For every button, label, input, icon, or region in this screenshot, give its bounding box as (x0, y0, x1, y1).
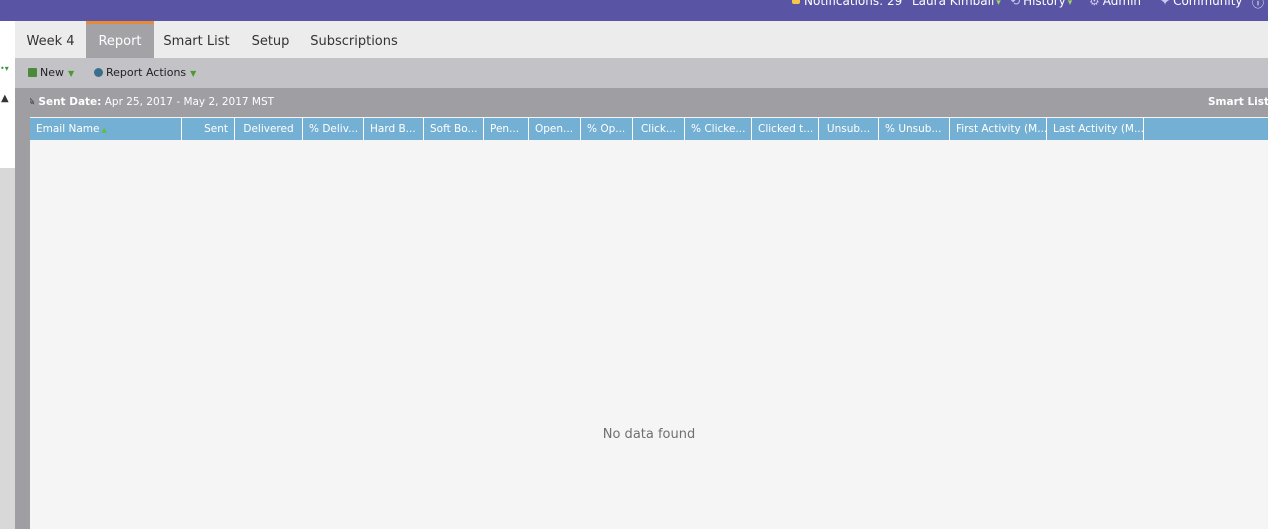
grid-header: Email Name ▲ Sent Delivered % Deliv... Ha… (30, 118, 1268, 140)
report-actions-icon (94, 68, 103, 77)
help-icon[interactable]: ⓘ (1252, 0, 1264, 11)
history-icon: ⟲ (1010, 0, 1021, 8)
grid-body: No data found (30, 140, 1268, 529)
expand-icon[interactable]: •▾ (0, 64, 9, 73)
column-header-unsubscribed-pct[interactable]: % Unsub... (879, 118, 950, 140)
column-header-clicked-to-open[interactable]: Clicked t... (752, 118, 819, 140)
smart-list-label: Smart List: (1208, 96, 1268, 108)
column-header-opened-pct[interactable]: % Op... (581, 118, 633, 140)
admin-label: Admin (1102, 0, 1142, 8)
tab-report[interactable]: Report (86, 21, 154, 58)
user-name: Laura Kimball (912, 0, 995, 8)
scroll-up-arrow-icon[interactable]: ▲ (1, 93, 9, 104)
column-header-opened[interactable]: Open... (529, 118, 581, 140)
sent-date-value: Apr 25, 2017 - May 2, 2017 MST (104, 96, 275, 108)
community-link[interactable]: ✦ Community (1160, 0, 1243, 8)
admin-icon: ⚙ (1089, 0, 1100, 8)
notifications-link[interactable]: Notifications: 29 (792, 0, 902, 8)
sent-date-filter[interactable]: ✎ Sent Date: Apr 25, 2017 - May 2, 2017 M… (27, 88, 274, 117)
community-icon: ✦ (1160, 0, 1171, 8)
empty-state-message: No data found (602, 427, 696, 442)
column-header-clicked[interactable]: Click... (633, 118, 685, 140)
tab-smart-list[interactable]: Smart List (154, 21, 239, 58)
report-actions-button[interactable]: Report Actions ▼ (94, 58, 196, 88)
column-header-sent[interactable]: Sent (182, 118, 235, 140)
user-menu[interactable]: Laura Kimball ▾ (912, 0, 1001, 8)
notification-bell-icon (792, 0, 800, 4)
left-scrollbar[interactable] (0, 168, 15, 529)
smart-list-filter[interactable]: Smart List: n (1208, 88, 1268, 116)
new-button-label: New (40, 66, 64, 79)
chevron-down-icon: ▼ (190, 69, 197, 78)
filter-bar: ✎ Sent Date: Apr 25, 2017 - May 2, 2017 M… (15, 88, 1268, 117)
tab-bar: Week 4 Report Smart List Setup Subscript… (0, 21, 1268, 58)
column-header-pending[interactable]: Pen... (484, 118, 529, 140)
sent-date-label: Sent Date: (38, 96, 102, 108)
chevron-down-icon: ▼ (68, 69, 75, 78)
chevron-down-icon: ▾ (1067, 0, 1073, 8)
column-header-unsubscribed[interactable]: Unsub... (819, 118, 879, 140)
column-header-delivered[interactable]: Delivered (235, 118, 303, 140)
top-navigation-bar: Notifications: 29 Laura Kimball ▾ ⟲ Histor… (0, 0, 1268, 21)
left-stub (0, 21, 15, 58)
left-panel: •▾ ▲ (0, 58, 15, 529)
column-label: Email Name (36, 123, 100, 135)
column-header-clicked-pct[interactable]: % Clicke... (685, 118, 752, 140)
toolbar: New ▼ Report Actions ▼ (15, 58, 1268, 88)
column-header-delivered-pct[interactable]: % Deliv... (303, 118, 364, 140)
column-header-last-activity[interactable]: Last Activity (M... (1047, 118, 1144, 140)
new-icon (28, 68, 37, 77)
tab-setup[interactable]: Setup (239, 21, 302, 58)
notifications-label: Notifications: 29 (804, 0, 903, 8)
chevron-down-icon: ▾ (996, 0, 1001, 8)
column-header-soft-bounced[interactable]: Soft Bo... (424, 118, 484, 140)
column-header-email-name[interactable]: Email Name ▲ (30, 118, 182, 140)
sort-ascending-icon: ▲ (101, 126, 107, 134)
community-label: Community (1173, 0, 1243, 8)
tab-week-4[interactable]: Week 4 (15, 21, 86, 58)
admin-link[interactable]: ⚙ Admin (1089, 0, 1141, 8)
history-menu[interactable]: ⟲ History ▾ (1010, 0, 1072, 8)
tab-subscriptions[interactable]: Subscriptions (302, 21, 406, 58)
report-actions-label: Report Actions (106, 66, 187, 79)
column-header-hard-bounced[interactable]: Hard B... (364, 118, 424, 140)
column-header-first-activity[interactable]: First Activity (M... (950, 118, 1047, 140)
history-label: History (1023, 0, 1066, 8)
new-button[interactable]: New ▼ (28, 58, 74, 88)
content-left-border (15, 88, 30, 529)
